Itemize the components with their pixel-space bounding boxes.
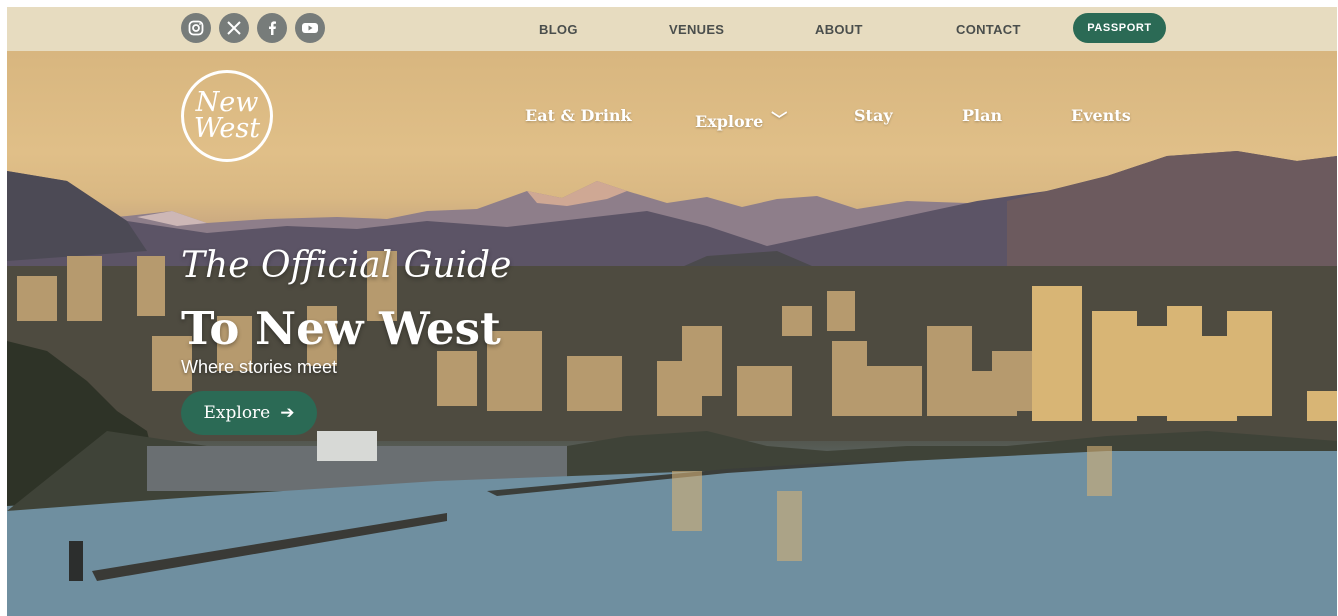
hero-banner: New West Eat & Drink Explore ﹀ Stay Plan … — [7, 51, 1337, 616]
nav-eat-drink[interactable]: Eat & Drink — [525, 106, 632, 125]
nav-plan[interactable]: Plan — [962, 106, 1002, 125]
instagram-icon[interactable] — [181, 13, 211, 43]
new-west-logo[interactable]: New West — [181, 70, 273, 162]
nav-contact[interactable]: CONTACT — [956, 22, 1021, 37]
utility-bar: BLOG VENUES ABOUT CONTACT PASSPORT — [7, 7, 1337, 51]
logo-line2: West — [193, 113, 261, 144]
nav-events[interactable]: Events — [1071, 106, 1131, 125]
nav-blog[interactable]: BLOG — [539, 22, 578, 37]
nav-stay[interactable]: Stay — [854, 106, 893, 125]
passport-button[interactable]: PASSPORT — [1073, 13, 1166, 43]
youtube-icon[interactable] — [295, 13, 325, 43]
explore-button-label: Explore — [203, 403, 271, 423]
chevron-down-icon: ﹀ — [771, 110, 788, 129]
social-links — [181, 13, 325, 43]
page: BLOG VENUES ABOUT CONTACT PASSPORT New W… — [7, 7, 1337, 616]
explore-button[interactable]: Explore ➔ — [181, 391, 317, 435]
arrow-right-icon: ➔ — [280, 403, 295, 423]
nav-venues[interactable]: VENUES — [669, 22, 724, 37]
nav-about[interactable]: ABOUT — [815, 22, 863, 37]
nav-explore[interactable]: Explore ﹀ — [695, 106, 787, 131]
facebook-icon[interactable] — [257, 13, 287, 43]
hero-title-line1: The Official Guide — [181, 245, 512, 286]
hero-title-line2: To New West — [181, 302, 501, 355]
nav-explore-label: Explore — [695, 112, 764, 131]
hero-subtitle: Where stories meet — [181, 357, 338, 377]
x-icon[interactable] — [219, 13, 249, 43]
